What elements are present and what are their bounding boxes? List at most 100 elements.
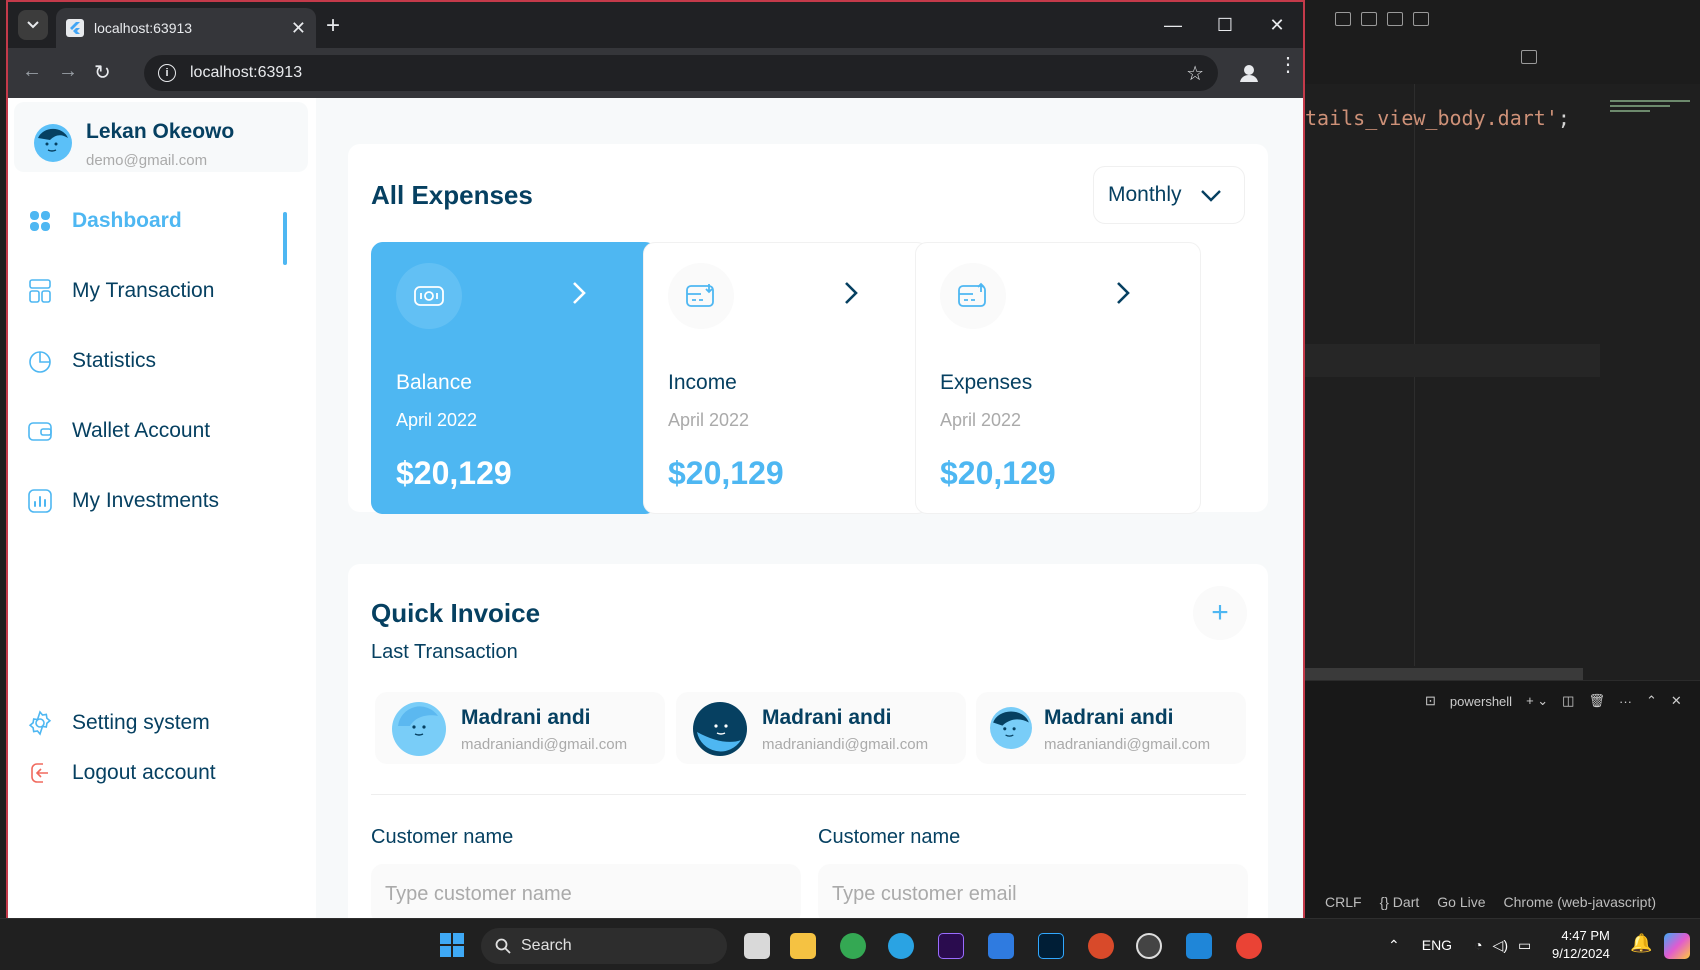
address-bar[interactable]: i localhost:63913 ☆ xyxy=(144,55,1218,91)
new-terminal-icon[interactable]: + ⌄ xyxy=(1526,693,1548,709)
person-avatar xyxy=(990,707,1032,749)
toggle-secondary-sidebar-icon[interactable] xyxy=(1387,12,1403,26)
language-status[interactable]: {} Dart xyxy=(1380,894,1420,910)
site-info-icon[interactable]: i xyxy=(158,64,176,82)
chevron-right-icon[interactable] xyxy=(844,281,858,305)
forward-button[interactable]: → xyxy=(58,60,78,83)
chevron-right-icon[interactable] xyxy=(572,281,586,305)
close-window-button[interactable]: ✕ xyxy=(1251,2,1303,48)
chevron-up-icon[interactable]: ⌃ xyxy=(1646,693,1657,709)
url-text[interactable]: localhost:63913 xyxy=(190,64,1186,82)
income-card[interactable]: Income April 2022 $20,129 xyxy=(643,242,929,514)
terminal-panel[interactable]: ⊡ powershell + ⌄ ◫ 🗑 ··· ⌃ ✕ xyxy=(1305,680,1700,886)
user-avatar xyxy=(34,124,72,162)
chrome-active-icon[interactable] xyxy=(1236,933,1262,959)
horizontal-scrollbar[interactable] xyxy=(1305,668,1583,680)
more-icon[interactable]: ··· xyxy=(1619,694,1632,709)
vscode-title-bar xyxy=(1305,0,1700,84)
transaction-person[interactable]: Madrani andi madraniandi@gmail.com xyxy=(375,692,665,764)
quick-invoice-title: Quick Invoice xyxy=(371,598,541,628)
wifi-icon[interactable]: ◔ xyxy=(1474,937,1482,953)
sidebar-item-statistics[interactable]: Statistics xyxy=(26,339,156,383)
toggle-panel-icon[interactable] xyxy=(1361,12,1377,26)
chrome-icon[interactable] xyxy=(840,933,866,959)
file-explorer-icon[interactable] xyxy=(790,933,816,959)
balance-card[interactable]: Balance April 2022 $20,129 xyxy=(371,242,657,514)
windows-taskbar: Search ⌃ ENG ◔ ◁) ▭ 4:47 PM 9/12/2024 🔔 xyxy=(0,918,1700,970)
grid-icon xyxy=(30,211,50,231)
photoshop-icon[interactable] xyxy=(1038,933,1064,959)
user-card[interactable]: Lekan Okeowo demo@gmail.com xyxy=(14,102,308,172)
chevron-up-icon[interactable]: ⌃ xyxy=(1388,937,1400,954)
eol-status[interactable]: CRLF xyxy=(1325,894,1362,910)
search-icon xyxy=(495,938,511,954)
media-player-icon[interactable] xyxy=(1136,933,1162,959)
toggle-sidebar-icon[interactable] xyxy=(1335,12,1351,26)
terminal-icon: ⊡ xyxy=(1425,693,1436,708)
close-icon[interactable]: ✕ xyxy=(1671,693,1682,709)
card-date: April 2022 xyxy=(668,410,750,430)
chevron-right-icon[interactable] xyxy=(1116,281,1130,305)
browser-toolbar: ← → ↻ i localhost:63913 ☆ ⋮ xyxy=(8,48,1303,98)
back-button[interactable]: ← xyxy=(22,60,42,83)
go-live-status[interactable]: Go Live xyxy=(1437,894,1485,910)
wallet-icon xyxy=(28,422,52,441)
bookmark-star-icon[interactable]: ☆ xyxy=(1186,61,1204,86)
sidebar-item-my-transaction[interactable]: My Transaction xyxy=(26,269,214,313)
volume-icon[interactable]: ◁) xyxy=(1493,937,1508,954)
vscode-window: tails_view_body.dart'; ⊡ powershell + ⌄ … xyxy=(1305,0,1700,918)
split-terminal-icon[interactable]: ◫ xyxy=(1562,693,1574,709)
customer-name-label: Customer name xyxy=(371,826,514,848)
store-icon[interactable] xyxy=(988,933,1014,959)
card-title: Income xyxy=(668,371,737,394)
customize-layout-icon[interactable] xyxy=(1413,12,1429,26)
sidebar-item-logout-account[interactable]: Logout account xyxy=(26,751,216,795)
task-view-icon[interactable] xyxy=(744,933,770,959)
browser-tab[interactable]: localhost:63913 ✕ xyxy=(56,8,316,48)
minimap[interactable] xyxy=(1610,100,1695,120)
search-label: Search xyxy=(521,937,572,954)
windows-start-icon[interactable] xyxy=(440,933,464,957)
sidebar-item-dashboard[interactable]: Dashboard xyxy=(26,199,182,243)
premiere-icon[interactable] xyxy=(938,933,964,959)
vscode-icon[interactable] xyxy=(1186,933,1212,959)
maximize-button[interactable]: ☐ xyxy=(1199,2,1251,48)
transaction-icon xyxy=(29,279,51,303)
reload-button[interactable]: ↻ xyxy=(94,60,111,85)
transaction-person[interactable]: Madrani andi madraniandi@gmail.com xyxy=(676,692,966,764)
battery-icon[interactable]: ▭ xyxy=(1518,937,1531,954)
close-tab-icon[interactable]: ✕ xyxy=(291,18,306,39)
person-name: Madrani andi xyxy=(1044,706,1174,729)
expenses-card[interactable]: Expenses April 2022 $20,129 xyxy=(915,242,1201,514)
tab-search-button[interactable] xyxy=(18,10,48,40)
copilot-icon[interactable] xyxy=(1664,933,1690,959)
tab-title: localhost:63913 xyxy=(94,20,193,36)
period-dropdown[interactable]: Monthly xyxy=(1093,166,1245,224)
new-tab-button[interactable]: + xyxy=(326,12,340,40)
browser-menu-icon[interactable]: ⋮ xyxy=(1278,55,1298,75)
customer-email-input[interactable] xyxy=(818,864,1248,918)
trash-icon[interactable]: 🗑 xyxy=(1588,693,1605,709)
transaction-person[interactable]: Madrani andi madraniandi@gmail.com xyxy=(976,692,1246,764)
minimize-button[interactable]: — xyxy=(1147,2,1199,48)
profile-icon[interactable] xyxy=(1236,60,1262,86)
clock-date: 9/12/2024 xyxy=(1552,946,1610,961)
customer-email-label: Customer name xyxy=(818,826,961,848)
sidebar-item-my-investments[interactable]: My Investments xyxy=(26,479,219,523)
taskbar-search[interactable]: Search xyxy=(481,928,727,964)
language-indicator[interactable]: ENG xyxy=(1422,937,1452,953)
split-editor-icon[interactable] xyxy=(1521,50,1537,64)
gear-icon xyxy=(28,710,52,736)
debug-target-status[interactable]: Chrome (web-javascript) xyxy=(1504,894,1656,910)
customer-name-input[interactable] xyxy=(371,864,801,918)
sidebar-item-setting-system[interactable]: Setting system xyxy=(26,701,210,745)
system-clock[interactable]: 4:47 PM 9/12/2024 xyxy=(1552,927,1610,963)
sidebar-item-label: Logout account xyxy=(72,761,216,784)
terminal-label[interactable]: powershell xyxy=(1450,694,1512,709)
all-expenses-card: All Expenses Monthly Balance April 2022 … xyxy=(348,144,1268,514)
telegram-icon[interactable] xyxy=(888,933,914,959)
notification-bell-icon[interactable]: 🔔 xyxy=(1630,933,1652,954)
add-invoice-button[interactable]: + xyxy=(1193,586,1247,640)
app-icon[interactable] xyxy=(1088,933,1114,959)
sidebar-item-wallet-account[interactable]: Wallet Account xyxy=(26,409,210,453)
